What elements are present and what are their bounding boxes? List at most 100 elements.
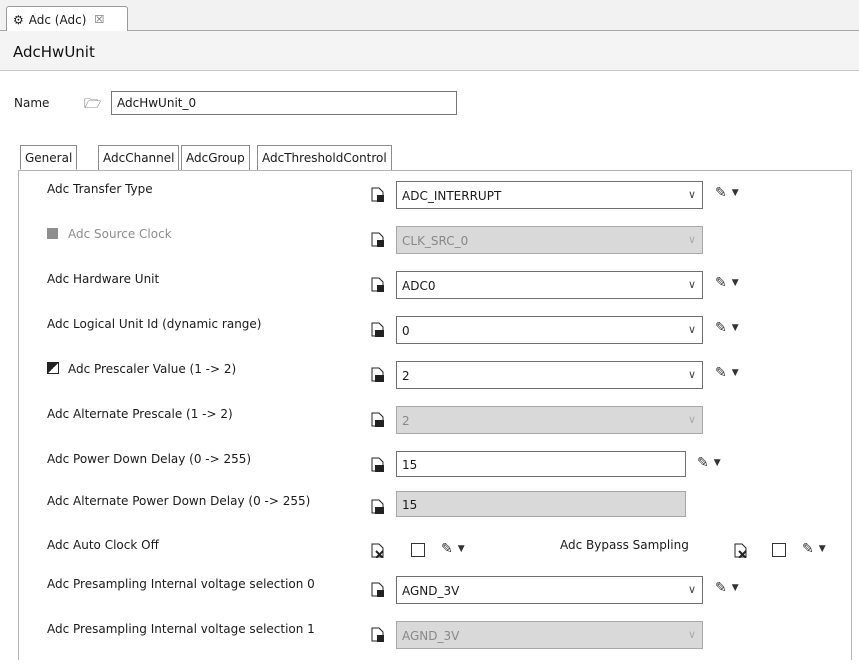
document-icon	[371, 277, 384, 292]
hardware-unit-select[interactable]: ADC0 ∨	[396, 271, 703, 299]
transfer-type-value: ADC_INTERRUPT	[402, 189, 502, 203]
pencil-icon: ✎	[715, 580, 727, 596]
number-document-icon	[371, 499, 384, 514]
prescaler-value-value: 2	[402, 369, 410, 383]
row-alternate-prescale: Adc Alternate Prescale (1 -> 2) 2 ∨	[0, 406, 859, 436]
menu-arrow-icon: ▼	[731, 368, 739, 378]
disabled-square-icon	[47, 228, 58, 239]
row-presampling-0: Adc Presampling Internal voltage selecti…	[0, 576, 859, 606]
transfer-type-label: Adc Transfer Type	[47, 182, 153, 196]
chevron-down-icon[interactable]: ∨	[682, 182, 702, 208]
menu-arrow-icon: ▼	[731, 278, 739, 288]
name-input[interactable]: AdcHwUnit_0	[111, 91, 457, 115]
bypass-sampling-label: Adc Bypass Sampling	[560, 538, 689, 552]
power-down-delay-input[interactable]: 15	[396, 451, 686, 477]
menu-arrow-icon: ▼	[713, 458, 721, 468]
presampling-1-value: AGND_3V	[402, 629, 460, 643]
hardware-unit-label: Adc Hardware Unit	[47, 272, 160, 286]
menu-arrow-icon: ▼	[731, 188, 739, 198]
tab-adc-group[interactable]: AdcGroup	[181, 145, 250, 170]
module-config-icon: ⚙	[13, 12, 24, 27]
bypass-sampling-checkbox[interactable]	[772, 543, 786, 557]
source-clock-value: CLK_SRC_0	[402, 234, 469, 248]
prescaler-value-select[interactable]: 2 ∨	[396, 361, 703, 389]
tab-adc-threshold-control[interactable]: AdcThresholdControl	[257, 145, 392, 170]
presampling-0-value: AGND_3V	[402, 584, 460, 598]
boolean-document-icon	[371, 543, 384, 558]
chevron-down-icon[interactable]: ∨	[682, 362, 702, 388]
link-menu-icon[interactable]: ✎ ▼	[715, 320, 739, 336]
page-title: AdcHwUnit	[13, 43, 95, 61]
menu-arrow-icon: ▼	[731, 583, 739, 593]
logical-unit-id-label: Adc Logical Unit Id (dynamic range)	[47, 317, 262, 331]
power-down-delay-value: 15	[402, 458, 418, 472]
transfer-type-select[interactable]: ADC_INTERRUPT ∨	[396, 181, 703, 209]
number-document-icon	[371, 322, 384, 337]
chevron-down-icon: ∨	[687, 233, 697, 246]
close-icon[interactable]: ☒	[94, 13, 104, 26]
row-transfer-type: Adc Transfer Type ADC_INTERRUPT ∨ ✎ ▼	[0, 181, 859, 211]
pencil-menu-icon[interactable]: ✎ ▼	[697, 455, 721, 471]
row-auto-clock-off: Adc Auto Clock Off ✎ ▼ Adc Bypass Samplin…	[0, 537, 859, 567]
pencil-icon: ✎	[715, 185, 727, 201]
power-down-delay-label: Adc Power Down Delay (0 -> 255)	[47, 452, 252, 466]
menu-arrow-icon: ▼	[818, 544, 826, 554]
document-icon	[371, 627, 384, 642]
name-row: Name 🗁 AdcHwUnit_0	[0, 90, 859, 116]
pencil-menu-icon[interactable]: ✎ ▼	[715, 580, 739, 596]
calc-menu-icon[interactable]: ✎ ▼	[715, 365, 739, 381]
chevron-down-icon[interactable]: ∨	[682, 577, 702, 603]
number-document-icon	[371, 412, 384, 427]
pencil-icon: ✎	[802, 541, 814, 557]
document-icon	[371, 187, 384, 202]
alternate-prescale-label: Adc Alternate Prescale (1 -> 2)	[47, 407, 233, 421]
chevron-down-icon[interactable]: ∨	[682, 317, 702, 343]
presampling-1-label: Adc Presampling Internal voltage selecti…	[47, 622, 315, 636]
form-header: AdcHwUnit	[0, 31, 859, 71]
pencil-menu-icon[interactable]: ✎ ▼	[441, 541, 465, 557]
logical-unit-id-value: 0	[402, 324, 410, 338]
calculator-icon: ✎	[715, 365, 727, 381]
calculated-value-icon	[47, 362, 59, 374]
presampling-1-select: AGND_3V ∨	[396, 621, 703, 649]
alt-power-down-delay-label: Adc Alternate Power Down Delay (0 -> 255…	[47, 494, 311, 508]
row-prescaler-value: Adc Prescaler Value (1 -> 2) 2 ∨ ✎ ▼	[0, 361, 859, 391]
chevron-down-icon[interactable]: ∨	[682, 272, 702, 298]
auto-clock-off-checkbox[interactable]	[411, 543, 425, 557]
tab-adc-channel[interactable]: AdcChannel	[98, 145, 180, 170]
link-menu-icon[interactable]: ✎ ▼	[715, 275, 739, 291]
alternate-prescale-select: 2 ∨	[396, 406, 703, 434]
presampling-0-label: Adc Presampling Internal voltage selecti…	[47, 577, 315, 591]
number-document-icon	[371, 367, 384, 382]
source-clock-select: CLK_SRC_0 ∨	[396, 226, 703, 254]
pencil-menu-icon[interactable]: ✎ ▼	[715, 185, 739, 201]
row-power-down-delay: Adc Power Down Delay (0 -> 255) 15 ✎ ▼	[0, 451, 859, 481]
chevron-down-icon: ∨	[687, 413, 697, 426]
name-label: Name	[14, 96, 50, 110]
prescaler-value-label: Adc Prescaler Value (1 -> 2)	[68, 362, 237, 376]
chevron-down-icon: ∨	[687, 628, 697, 641]
row-source-clock: Adc Source Clock CLK_SRC_0 ∨	[0, 226, 859, 256]
auto-clock-off-label: Adc Auto Clock Off	[47, 538, 159, 552]
pencil-link-icon: ✎	[715, 275, 727, 291]
number-document-icon	[371, 457, 384, 472]
row-hardware-unit: Adc Hardware Unit ADC0 ∨ ✎ ▼	[0, 271, 859, 301]
tab-general[interactable]: General	[20, 145, 78, 170]
alt-power-down-delay-input: 15	[396, 491, 686, 517]
pencil-menu-icon[interactable]: ✎ ▼	[802, 541, 826, 557]
row-presampling-1: Adc Presampling Internal voltage selecti…	[0, 621, 859, 651]
row-alt-power-down-delay: Adc Alternate Power Down Delay (0 -> 255…	[0, 491, 859, 521]
pencil-icon: ✎	[697, 455, 709, 471]
hardware-unit-value: ADC0	[402, 279, 436, 293]
document-icon	[371, 582, 384, 597]
document-icon	[371, 232, 384, 247]
alternate-prescale-value: 2	[402, 414, 410, 428]
editor-tab-adc[interactable]: ⚙ Adc (Adc) ☒	[6, 6, 128, 32]
pencil-icon: ✎	[441, 541, 453, 557]
folder-open-icon: 🗁	[84, 96, 102, 112]
presampling-0-select[interactable]: AGND_3V ∨	[396, 576, 703, 604]
pencil-link-icon: ✎	[715, 320, 727, 336]
logical-unit-id-select[interactable]: 0 ∨	[396, 316, 703, 344]
boolean-document-icon	[734, 543, 747, 558]
menu-arrow-icon: ▼	[457, 544, 465, 554]
